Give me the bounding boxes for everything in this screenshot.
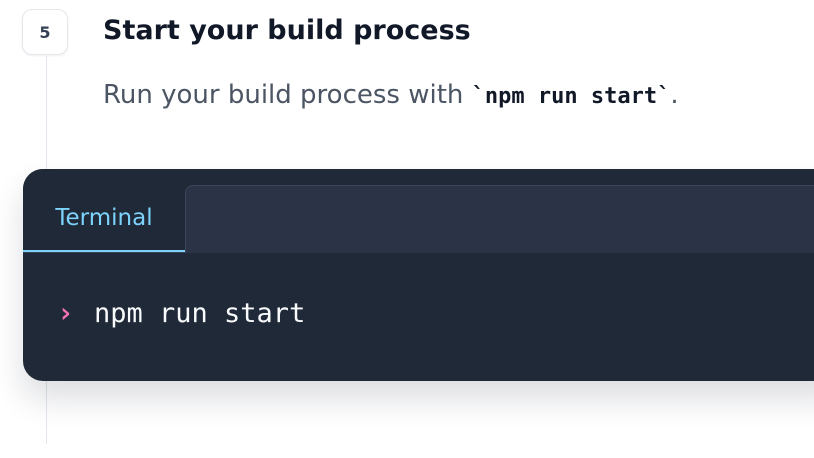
- inline-command-code: `npm run start`: [471, 84, 671, 109]
- step-number-badge: 5: [22, 9, 68, 55]
- tab-bar-empty-area: [185, 185, 814, 253]
- step-title: Start your build process: [103, 15, 471, 46]
- step-description: Run your build process with `npm run sta…: [103, 80, 679, 110]
- step-description-prefix: Run your build process with: [103, 80, 472, 110]
- tab-terminal-label: Terminal: [55, 204, 153, 231]
- terminal-command-line: › npm run start: [57, 299, 305, 327]
- step-description-suffix: .: [670, 80, 679, 110]
- terminal-code-block: Terminal › npm run start: [23, 169, 814, 381]
- documentation-step: 5 Start your build process Run your buil…: [0, 0, 814, 458]
- chevron-right-icon: ›: [57, 296, 74, 329]
- tab-terminal[interactable]: Terminal: [23, 185, 185, 252]
- terminal-command: npm run start: [94, 297, 306, 329]
- terminal-tab-bar: Terminal: [23, 169, 814, 253]
